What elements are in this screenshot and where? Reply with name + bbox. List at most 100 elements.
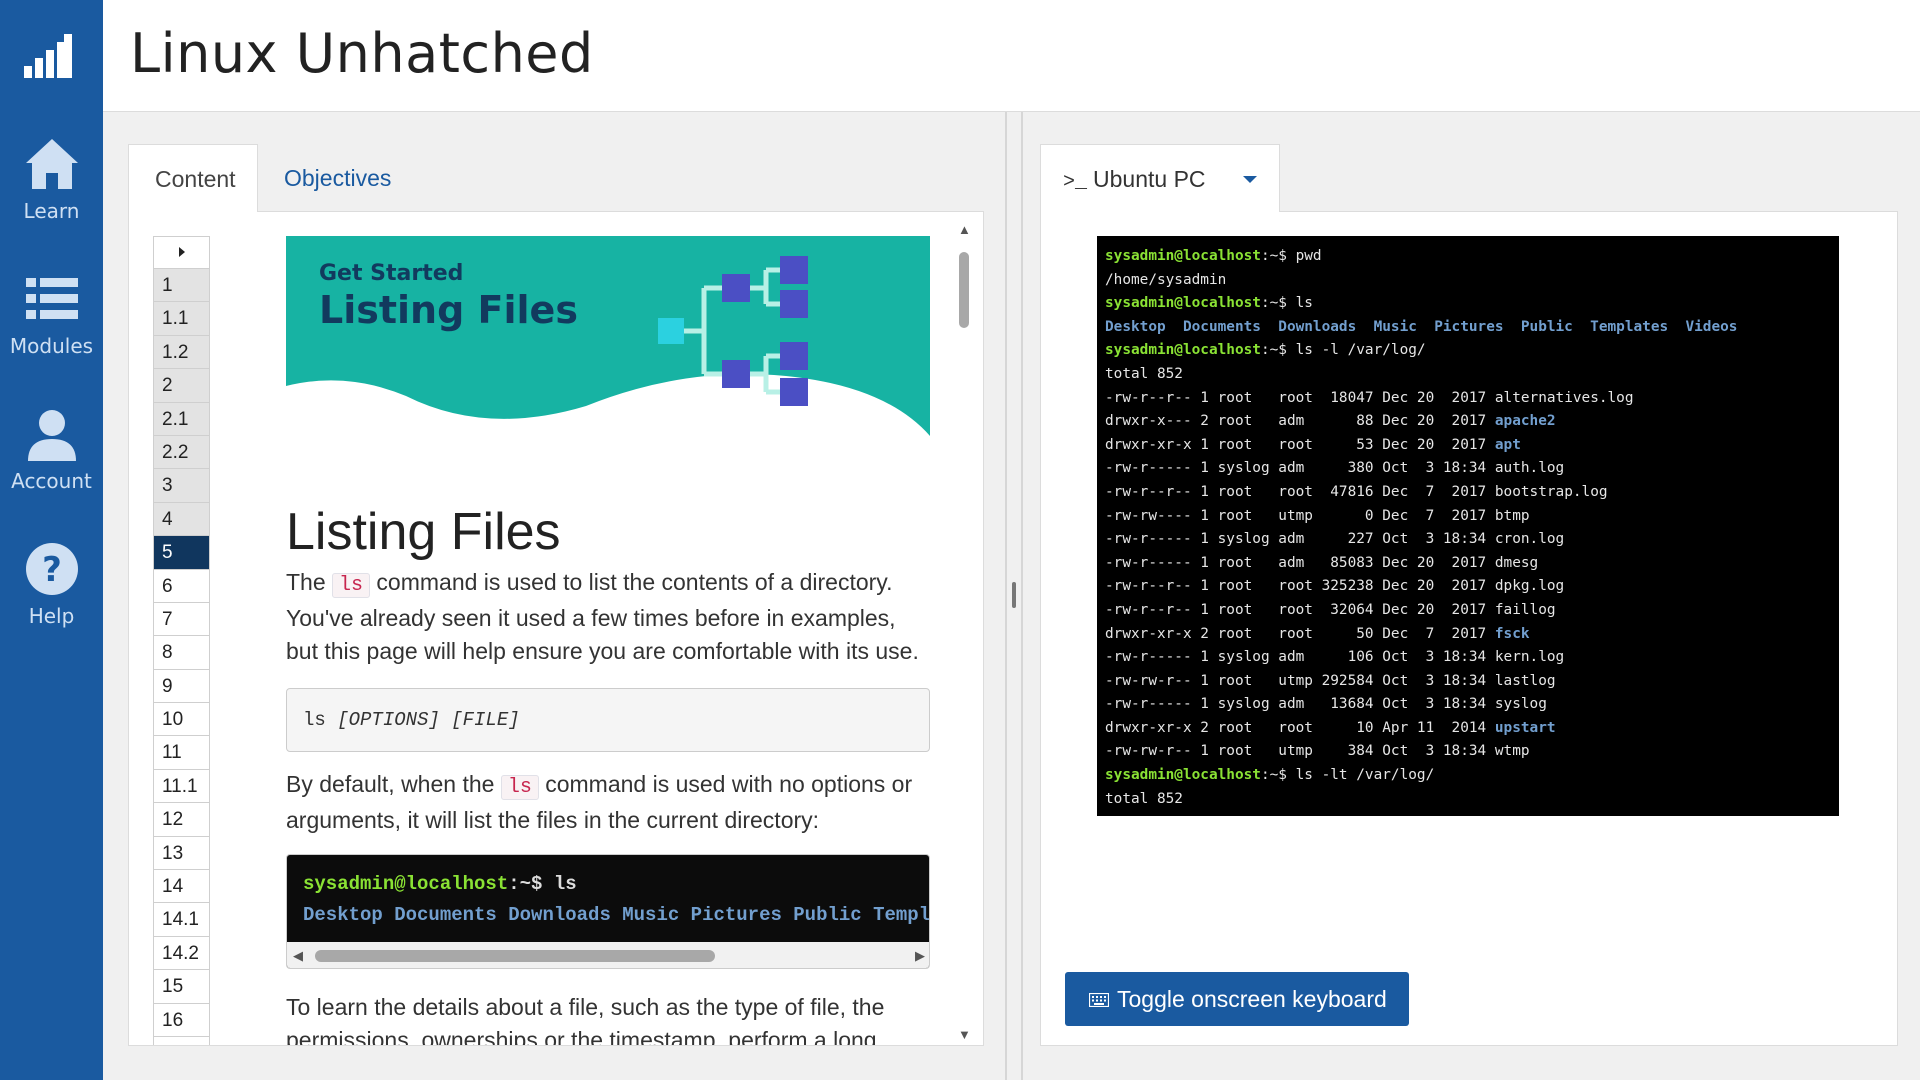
chevron-down-icon[interactable] (1243, 176, 1257, 183)
inline-code: ls (500, 775, 539, 800)
inline-code: ls (332, 573, 371, 598)
terminal-line: drwxr-x--- 2 root adm 88 Dec 20 2017 apa… (1105, 413, 1556, 430)
terminal[interactable]: sysadmin@localhost:~$ pwd/home/sysadmin s… (1097, 236, 1839, 816)
terminal-line: total 852 (1105, 365, 1183, 382)
toc-item[interactable]: 7 (154, 603, 209, 637)
terminal-line: Desktop Documents Downloads Music Pictur… (1105, 318, 1738, 335)
lab-card: sysadmin@localhost:~$ pwd/home/sysadmin s… (1040, 211, 1898, 1046)
home-icon (25, 139, 78, 189)
terminal-line: total 852 (1105, 790, 1183, 807)
nav-account-label: Account (11, 469, 92, 493)
terminal-line: sysadmin@localhost:~$ ls -l /var/log/ (1105, 342, 1426, 359)
lesson-banner: Get Started Listing Files (286, 236, 930, 436)
toc-item[interactable]: 11 (154, 736, 209, 770)
nav-help[interactable]: ? Help (0, 540, 103, 628)
scrollbar-thumb[interactable] (315, 950, 715, 962)
tab-content[interactable]: Content (128, 144, 258, 212)
content-card: 1 1.1 1.2 2 2.1 2.2 3 4 5 6 7 8 9 10 11 11.1 12 13 14 14.1 1… (128, 211, 984, 1046)
toc-item[interactable]: 15 (154, 970, 209, 1004)
toc-item[interactable]: 14.2 (154, 937, 209, 971)
toggle-keyboard-button[interactable]: Toggle onscreen keyboard (1065, 972, 1409, 1026)
horizontal-scrollbar[interactable]: ◀ ▶ (287, 942, 929, 968)
terminal-line: -rw-r--r-- 1 root root 325238 Dec 20 201… (1105, 578, 1565, 595)
terminal-line: -rw-rw-r-- 1 root utmp 292584 Oct 3 18:3… (1105, 672, 1556, 689)
terminal-line: -rw-r----- 1 syslog adm 106 Oct 3 18:34 … (1105, 649, 1565, 666)
paragraph-default: By default, when the ls command is used … (286, 771, 913, 833)
terminal-line: drwxr-xr-x 1 root root 53 Dec 20 2017 ap… (1105, 436, 1521, 453)
banner-title: Listing Files (319, 288, 578, 332)
svg-text:?: ? (42, 550, 62, 590)
tab-objectives[interactable]: Objectives (258, 144, 418, 212)
signal-bars-icon[interactable] (24, 34, 72, 78)
example-output: Desktop Documents Downloads Music Pictur… (303, 904, 930, 926)
toc-item[interactable]: 5 (154, 536, 209, 570)
toc-item[interactable]: 9 (154, 670, 209, 704)
terminal-line: -rw-r--r-- 1 root root 32064 Dec 20 2017… (1105, 601, 1556, 618)
toc-item[interactable]: 8 (154, 636, 209, 670)
toc-item[interactable]: 12 (154, 803, 209, 837)
table-of-contents: 1 1.1 1.2 2 2.1 2.2 3 4 5 6 7 8 9 10 11 11.1 12 13 14 14.1 1… (153, 236, 210, 1045)
toc-item[interactable]: 3 (154, 469, 209, 503)
pane-divider[interactable] (1005, 112, 1023, 1080)
toc-item[interactable]: 14.1 (154, 903, 209, 937)
scroll-left-icon[interactable]: ◀ (293, 948, 303, 964)
sidebar: Learn Modules Account ? Help (0, 0, 103, 1080)
toc-item[interactable]: 1.2 (154, 335, 209, 370)
terminal-line: -rw-r----- 1 syslog adm 227 Oct 3 18:34 … (1105, 531, 1565, 548)
toc-item[interactable]: 2 (154, 369, 209, 403)
toggle-keyboard-label: Toggle onscreen keyboard (1117, 985, 1387, 1012)
toc-expand-toggle[interactable] (154, 237, 209, 269)
content-pane: Content Objectives 1 1.1 1.2 2 2.1 2.2 3 4 5 6 7 8 9… (103, 112, 1005, 1080)
terminal-line: drwxr-xr-x 2 root root 10 Apr 11 2014 up… (1105, 719, 1556, 736)
terminal-line: drwxr-xr-x 2 root root 50 Dec 7 2017 fsc… (1105, 625, 1530, 642)
syntax-box: ls [OPTIONS] [FILE] (286, 688, 930, 752)
toc-item[interactable]: 6 (154, 570, 209, 603)
toc-item[interactable]: 13 (154, 837, 209, 871)
terminal-line: -rw-r----- 1 syslog adm 13684 Oct 3 18:3… (1105, 696, 1547, 713)
terminal-line: -rw-r----- 1 root adm 85083 Dec 20 2017 … (1105, 554, 1539, 571)
nav-learn[interactable]: Learn (0, 135, 103, 223)
toc-item[interactable]: 4 (154, 502, 209, 537)
terminal-line: -rw-r----- 1 syslog adm 380 Oct 3 18:34 … (1105, 460, 1565, 477)
toc-item[interactable]: 1 (154, 269, 209, 303)
terminal-line: -rw-r--r-- 1 root root 18047 Dec 20 2017… (1105, 389, 1634, 406)
list-icon (25, 278, 78, 319)
toc-item[interactable]: 14 (154, 870, 209, 904)
nav-modules[interactable]: Modules (0, 270, 103, 358)
nav-account[interactable]: Account (0, 405, 103, 493)
paragraph-details: To learn the details about a file, such … (286, 994, 885, 1046)
terminal-line: sysadmin@localhost:~$ ls -lt /var/log/ (1105, 767, 1435, 784)
terminal-line: sysadmin@localhost:~$ pwd (1105, 248, 1322, 264)
scroll-down-icon[interactable]: ▼ (958, 1027, 971, 1042)
page-title: Linux Unhatched (130, 22, 594, 85)
scrollbar-thumb[interactable] (959, 252, 969, 328)
terminal-prompt-icon: >_ (1063, 171, 1088, 194)
tab-ubuntu-pc[interactable]: >_ Ubuntu PC (1040, 144, 1280, 212)
toc-item[interactable]: 17 (154, 1037, 209, 1045)
content-scrollbar[interactable]: ▲ ▼ (955, 222, 973, 1042)
toc-item[interactable]: 16 (154, 1004, 209, 1037)
header: Linux Unhatched (103, 0, 1920, 112)
tab-ubuntu-pc-label: Ubuntu PC (1093, 166, 1206, 192)
nav-modules-label: Modules (9, 334, 94, 358)
keyboard-icon (1089, 993, 1109, 1008)
lesson-content: Get Started Listing Files Listing Files … (286, 236, 930, 1046)
terminal-line: /home/sysadmin (1105, 271, 1227, 288)
toc-item[interactable]: 11.1 (154, 770, 209, 804)
divider-grip[interactable] (1012, 582, 1016, 608)
scroll-right-icon[interactable]: ▶ (915, 948, 925, 964)
toc-item[interactable]: 10 (154, 703, 209, 737)
toc-item[interactable]: 2.2 (154, 435, 209, 470)
paragraph-intro: The ls command is used to list the conte… (286, 569, 919, 664)
lesson-heading: Listing Files (286, 503, 561, 561)
toc-item[interactable]: 2.1 (154, 402, 209, 436)
toc-list: 1 1.1 1.2 2 2.1 2.2 3 4 5 6 7 8 9 10 11 11.1 12 13 14 14.1 1… (154, 269, 209, 1045)
nav-help-label: Help (28, 604, 75, 628)
toc-item[interactable]: 1.1 (154, 302, 209, 336)
lab-pane: >_ Ubuntu PC sysadmin@localhost:~$ pwd/ho… (1023, 112, 1920, 1080)
question-icon: ? (25, 543, 78, 595)
terminal-line: -rw-rw---- 1 root utmp 0 Dec 7 2017 btmp (1105, 507, 1530, 524)
terminal-line: -rw-r--r-- 1 root root 47816 Dec 7 2017 … (1105, 483, 1608, 500)
terminal-line: sysadmin@localhost:~$ ls (1105, 295, 1313, 312)
scroll-up-icon[interactable]: ▲ (958, 222, 971, 237)
